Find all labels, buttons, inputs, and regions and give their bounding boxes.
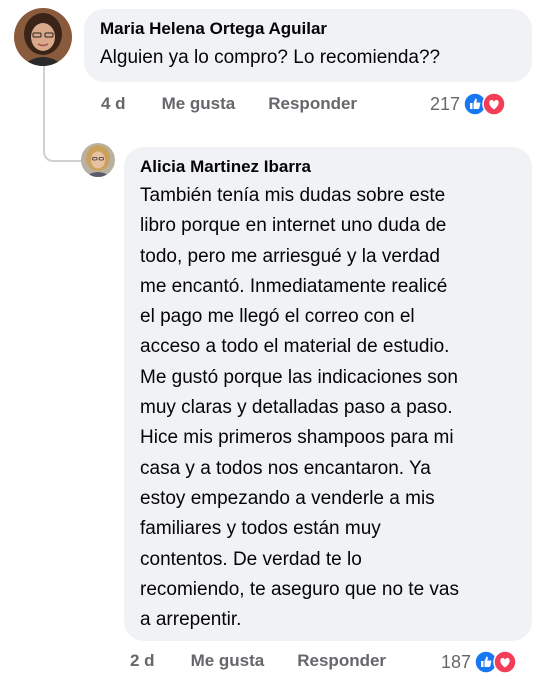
like-button[interactable]: Me gusta xyxy=(162,94,236,114)
reaction-count: 187 xyxy=(441,651,472,672)
comment-text-line: el pago me llegó el correo con el xyxy=(140,306,415,328)
love-icon xyxy=(493,650,517,674)
avatar[interactable] xyxy=(14,8,72,66)
comment-text-line: También tenía mis dudas sobre este xyxy=(140,185,446,206)
reaction-summary[interactable]: 187 xyxy=(441,650,517,674)
comment-text-line: Me gustó porque las indicaciones son xyxy=(140,366,458,388)
comment-author[interactable]: Alicia Martinez Ibarra xyxy=(140,157,311,177)
love-icon xyxy=(482,92,506,116)
comment-timestamp[interactable]: 4 d xyxy=(101,94,126,114)
avatar-photo xyxy=(14,8,72,66)
comment-text-line: me encantó. Inmediatamente realicé xyxy=(140,275,448,297)
comment-bubble: Alicia Martinez Ibarra También tenía mis… xyxy=(124,147,532,641)
comment-text-line: casa y a todos nos encantaron. Ya xyxy=(140,457,431,479)
thread-connector-line xyxy=(43,66,83,162)
reply-button[interactable]: Responder xyxy=(268,94,357,114)
comment-actions: 4 d Me gusta Responder xyxy=(101,94,357,114)
comment-actions: 2 d Me gusta Responder xyxy=(130,651,386,671)
comment-text-line: contentos. De verdad te lo xyxy=(140,548,362,570)
comment-text-line: a arrepentir. xyxy=(140,609,242,631)
comment-timestamp[interactable]: 2 d xyxy=(130,651,155,671)
comment-text-line: recomiendo, te aseguro que no te vas xyxy=(140,578,459,600)
comment-text-line: familiares y todos están muy xyxy=(140,518,381,540)
comment-text: Alguien ya lo compro? Lo recomienda?? xyxy=(100,47,441,68)
avatar[interactable] xyxy=(81,143,115,177)
like-button[interactable]: Me gusta xyxy=(191,651,265,671)
comment-text-line: muy claras y detalladas paso a paso. xyxy=(140,397,453,419)
comment-text-line: todo, pero me arriesgué y la verdad xyxy=(140,245,440,267)
reaction-count: 217 xyxy=(430,93,461,114)
reaction-summary[interactable]: 217 xyxy=(430,92,506,116)
comment-text-line: acceso a todo el material de estudio. xyxy=(140,336,450,358)
comment-author[interactable]: Maria Helena Ortega Aguilar xyxy=(100,19,327,39)
comment-text-line: libro porque en internet uno duda de xyxy=(140,215,447,237)
avatar-photo xyxy=(81,143,115,177)
reply-button[interactable]: Responder xyxy=(297,651,386,671)
comment-text-line: estoy empezando a venderle a mis xyxy=(140,487,435,509)
comment-text: También tenía mis dudas sobre este libro… xyxy=(140,181,459,635)
comment-text-line: Hice mis primeros shampoos para mi xyxy=(140,427,454,449)
comment-bubble: Maria Helena Ortega Aguilar Alguien ya l… xyxy=(84,9,532,82)
